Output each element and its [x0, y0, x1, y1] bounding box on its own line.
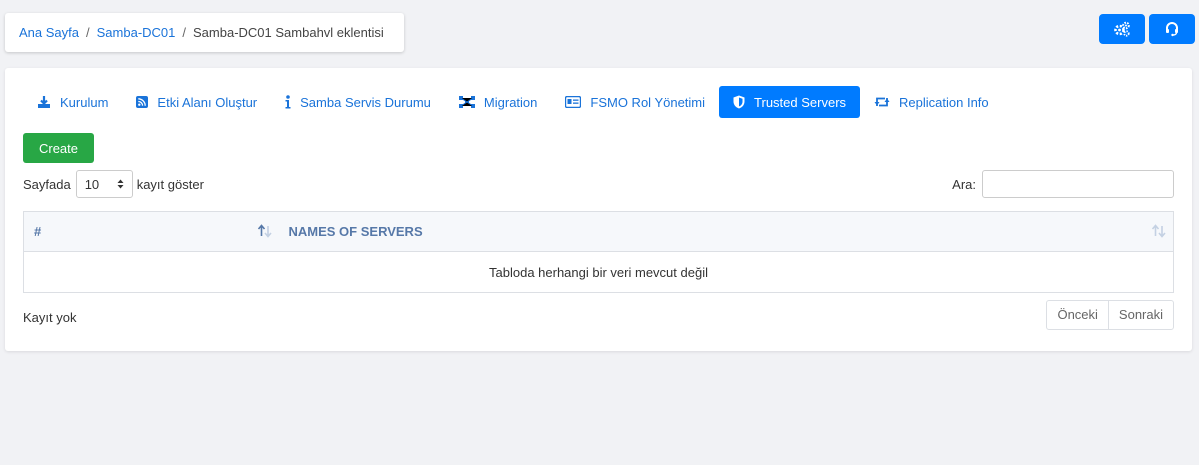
column-header-label: NAMES OF SERVERS [288, 224, 423, 239]
tab-samba-servis-durumu[interactable]: Samba Servis Durumu [271, 86, 445, 118]
info-icon [285, 95, 291, 109]
gears-icon [1114, 21, 1130, 37]
tab-replication-info[interactable]: Replication Info [860, 86, 1003, 118]
pagination: Önceki Sonraki [1046, 300, 1174, 330]
tab-label: Trusted Servers [754, 94, 847, 110]
tab-migration[interactable]: Migration [445, 86, 551, 118]
page-length-suffix: kayıt göster [136, 176, 204, 192]
support-button[interactable] [1149, 14, 1195, 44]
search-input[interactable] [982, 170, 1174, 198]
shield-icon [733, 95, 745, 109]
empty-table-message: Tabloda herhangi bir veri mevcut değil [489, 264, 708, 280]
download-icon [38, 96, 50, 108]
tab-label: Samba Servis Durumu [300, 94, 431, 110]
tab-kurulum[interactable]: Kurulum [23, 86, 122, 118]
sort-caret-icon [117, 179, 124, 189]
page-length-value: 10 [84, 176, 100, 192]
create-button[interactable]: Create [23, 133, 94, 163]
rss-icon [136, 96, 149, 108]
column-header-label: # [34, 224, 42, 239]
main-card: Kurulum Etki Alanı Oluştur Samba Servis … [5, 68, 1192, 351]
tab-label: Etki Alanı Oluştur [157, 94, 258, 110]
sort-both-icon [1151, 224, 1166, 238]
tab-trusted-servers[interactable]: Trusted Servers [719, 86, 861, 118]
nodes-icon [458, 96, 475, 108]
table-info: Kayıt yok [23, 310, 77, 325]
headset-icon [1166, 22, 1178, 37]
sort-asc-icon [257, 224, 272, 238]
breadcrumb-separator: / [182, 25, 187, 40]
breadcrumb-separator: / [86, 25, 90, 40]
breadcrumb-server-link[interactable]: Samba-DC01 [97, 25, 176, 40]
page-length-select[interactable]: 10 [75, 170, 133, 198]
tab-label: Replication Info [899, 94, 989, 110]
settings-button[interactable] [1099, 14, 1145, 44]
retweet-icon [874, 97, 890, 107]
tab-bar: Kurulum Etki Alanı Oluştur Samba Servis … [23, 86, 1003, 118]
search-control: Ara: [952, 170, 1174, 198]
next-page-button[interactable]: Sonraki [1107, 301, 1173, 329]
column-header-names-of-servers[interactable]: NAMES OF SERVERS [279, 212, 1174, 252]
tab-label: Migration [483, 94, 538, 110]
previous-page-button[interactable]: Önceki [1047, 301, 1107, 329]
breadcrumb-home-link[interactable]: Ana Sayfa [19, 25, 79, 40]
column-header-index[interactable]: # [24, 212, 279, 252]
trusted-servers-table: # NAMES OF SERVERS Tabloda herhangi bir … [23, 211, 1174, 293]
tab-etki-alani-olustur[interactable]: Etki Alanı Oluştur [122, 86, 271, 118]
search-label: Ara: [952, 176, 976, 192]
table-header-row: # NAMES OF SERVERS [23, 211, 1174, 252]
breadcrumb-current: Samba-DC01 Sambahvl eklentisi [193, 25, 384, 40]
table-row: Tabloda herhangi bir veri mevcut değil [23, 251, 1174, 293]
tab-fsmo-rol-yonetimi[interactable]: FSMO Rol Yönetimi [551, 86, 719, 118]
breadcrumb: Ana Sayfa / Samba-DC01 / Samba-DC01 Samb… [5, 13, 404, 52]
id-card-icon [565, 96, 582, 108]
page-length-prefix: Sayfada [23, 176, 71, 192]
tab-label: Kurulum [60, 94, 109, 110]
page-length-control: Sayfada 10 kayıt göster [23, 170, 204, 198]
tab-label: FSMO Rol Yönetimi [590, 94, 706, 110]
